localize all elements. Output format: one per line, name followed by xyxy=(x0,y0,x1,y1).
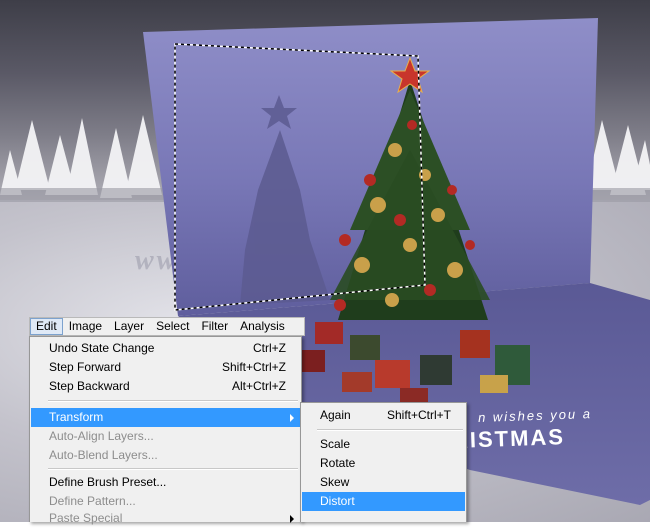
menu-item-auto-align-layers[interactable]: Auto-Align Layers... xyxy=(31,427,300,446)
menu-edit[interactable]: Edit xyxy=(30,318,63,335)
menu-item-skew[interactable]: Skew xyxy=(302,473,465,492)
card-greeting-title: RISTMAS xyxy=(451,424,566,453)
menu-item-label: Skew xyxy=(320,475,350,489)
menu-item-distort[interactable]: Distort xyxy=(302,492,465,511)
menu-item-auto-blend-layers[interactable]: Auto-Blend Layers... xyxy=(31,446,300,465)
menu-item-step-forward[interactable]: Step Forward Shift+Ctrl+Z xyxy=(31,358,300,377)
menu-item-label: Again xyxy=(320,408,351,422)
edit-menu-dropdown: Undo State Change Ctrl+Z Step Forward Sh… xyxy=(29,336,302,525)
menu-item-label: Undo State Change xyxy=(49,341,155,355)
menu-item-label: Rotate xyxy=(320,456,356,470)
menu-item-shortcut: Shift+Ctrl+T xyxy=(386,408,451,422)
menu-item-rotate[interactable]: Rotate xyxy=(302,454,465,473)
menu-item-transform[interactable]: Transform xyxy=(31,408,300,427)
transform-submenu: Again Shift+Ctrl+T Scale Rotate Skew Dis… xyxy=(300,402,467,522)
menu-item-label: Transform xyxy=(49,410,104,424)
menu-item-shortcut: Alt+Ctrl+Z xyxy=(231,379,286,393)
menu-item-label: Step Forward xyxy=(49,360,122,374)
menu-item-label: Scale xyxy=(320,437,351,451)
menu-bar: Edit Image Layer Select Filter Analysis xyxy=(29,317,305,336)
menu-layer[interactable]: Layer xyxy=(108,318,150,335)
menu-item-paste-special[interactable]: Paste Special xyxy=(31,509,300,528)
menu-analysis[interactable]: Analysis xyxy=(234,318,291,335)
menu-item-shortcut: Shift+Ctrl+Z xyxy=(221,360,286,374)
menu-separator xyxy=(48,468,298,470)
menu-item-label: Define Brush Preset... xyxy=(49,475,167,489)
menu-item-label: Distort xyxy=(320,494,355,508)
menu-item-label: Auto-Blend Layers... xyxy=(49,448,158,462)
menu-item-scale[interactable]: Scale xyxy=(302,435,465,454)
menu-item-again[interactable]: Again Shift+Ctrl+T xyxy=(302,406,465,425)
menu-item-shortcut: Ctrl+Z xyxy=(253,341,286,355)
menu-item-label: Auto-Align Layers... xyxy=(49,429,154,443)
menu-item-step-backward[interactable]: Step Backward Alt+Ctrl+Z xyxy=(31,377,300,396)
menu-separator xyxy=(317,429,463,431)
menu-image[interactable]: Image xyxy=(63,318,108,335)
menu-item-define-brush-preset[interactable]: Define Brush Preset... xyxy=(31,473,300,492)
menu-item-undo-state-change[interactable]: Undo State Change Ctrl+Z xyxy=(31,339,300,358)
menu-item-label: Paste Special xyxy=(49,511,123,525)
submenu-arrow-icon xyxy=(290,414,294,422)
menu-item-label: Step Backward xyxy=(49,379,130,393)
menu-select[interactable]: Select xyxy=(150,318,195,335)
menu-separator xyxy=(48,400,298,402)
menu-filter[interactable]: Filter xyxy=(195,318,234,335)
